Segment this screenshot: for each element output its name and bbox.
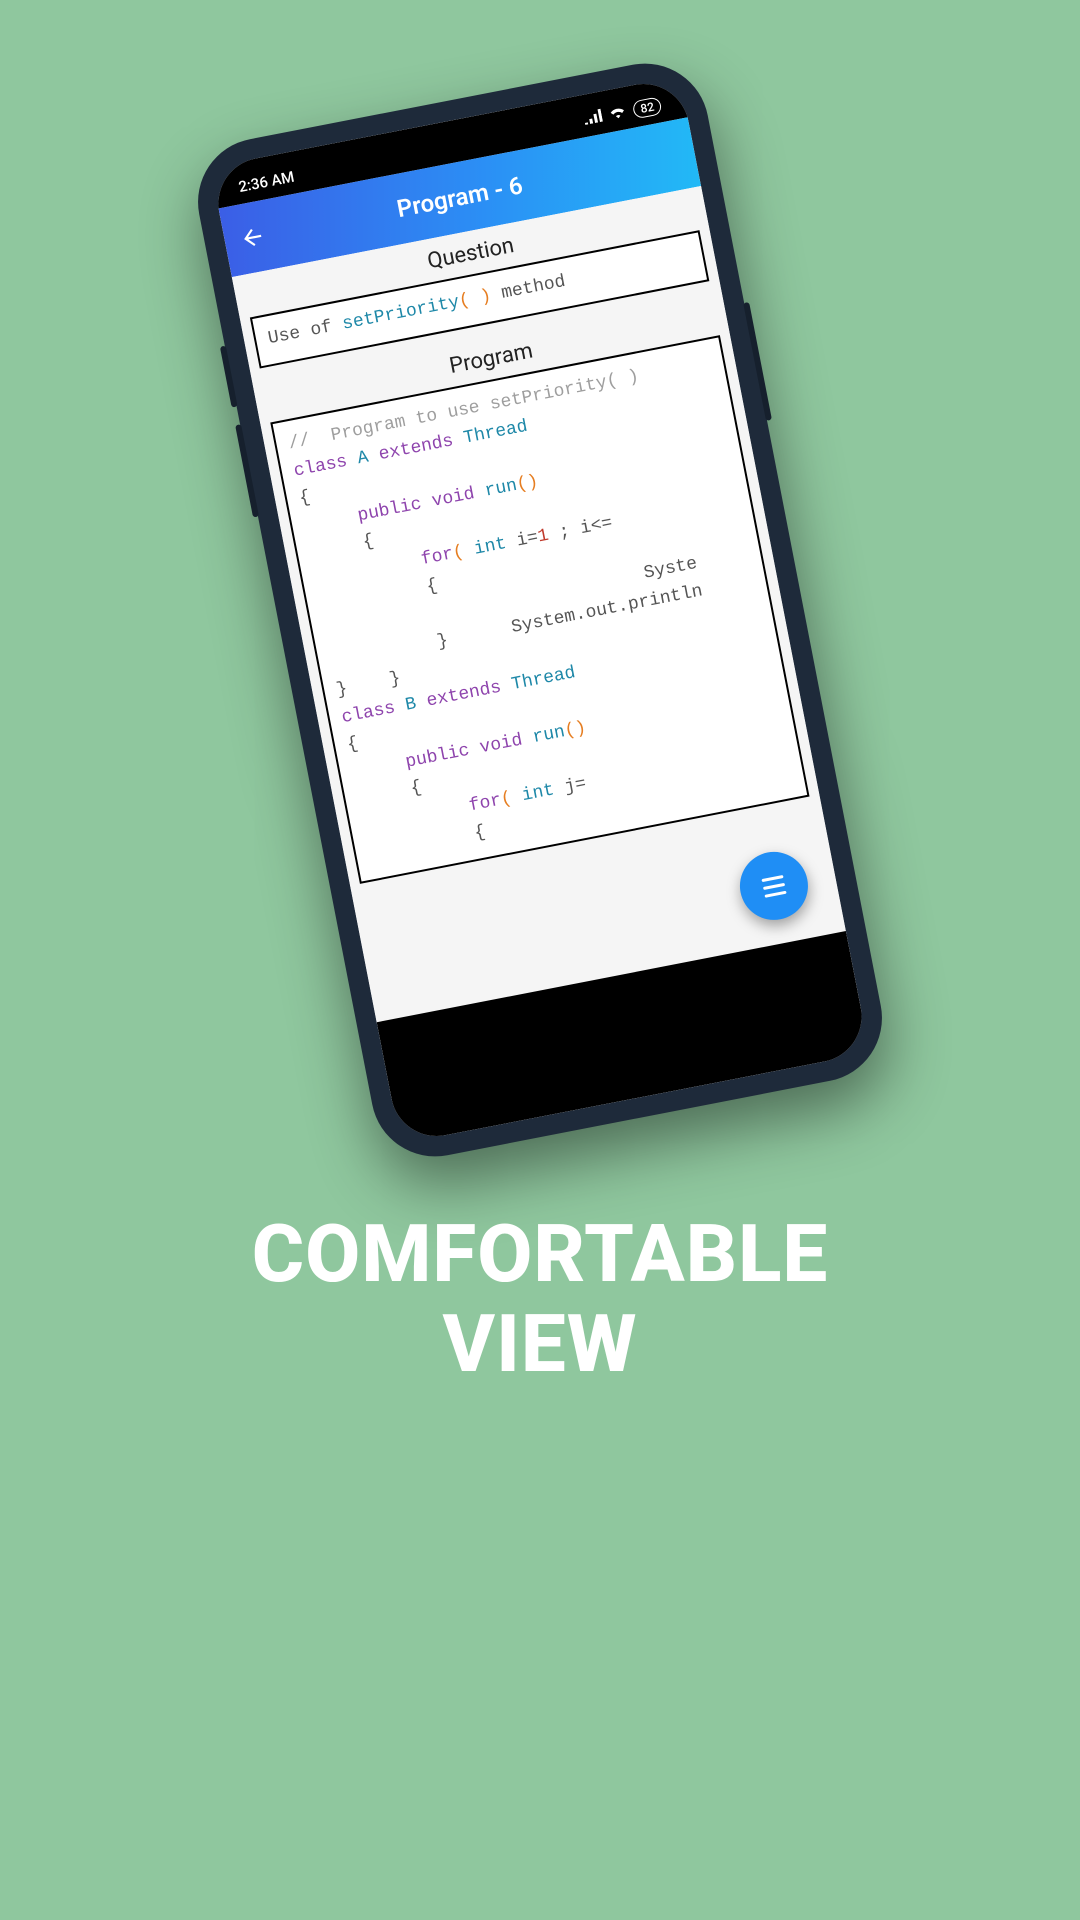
- hamburger-icon: [761, 875, 786, 898]
- power-button: [743, 302, 772, 421]
- battery-level: 82: [639, 99, 655, 117]
- back-button[interactable]: [220, 205, 286, 271]
- page-title: Program - 6: [395, 171, 525, 223]
- volume-up-button: [220, 346, 238, 408]
- phone-mockup: 2:36 AM 82 Program - 6: [187, 53, 893, 1168]
- volume-down-button: [235, 424, 259, 517]
- screen: 2:36 AM 82 Program - 6: [210, 76, 869, 1144]
- caption-line-2: VIEW: [0, 1300, 1080, 1390]
- battery-indicator: 82: [632, 96, 663, 119]
- signal-icon: [583, 108, 604, 129]
- code-box: // Program to use setPriority( ) class A…: [270, 335, 809, 884]
- wifi-icon: [608, 103, 629, 124]
- arrow-left-icon: [237, 222, 267, 252]
- status-icons: 82: [583, 96, 663, 128]
- caption-line-1: COMFORTABLE: [0, 1210, 1080, 1300]
- marketing-caption: COMFORTABLE VIEW: [0, 1210, 1080, 1389]
- phone-shell: 2:36 AM 82 Program - 6: [187, 53, 893, 1168]
